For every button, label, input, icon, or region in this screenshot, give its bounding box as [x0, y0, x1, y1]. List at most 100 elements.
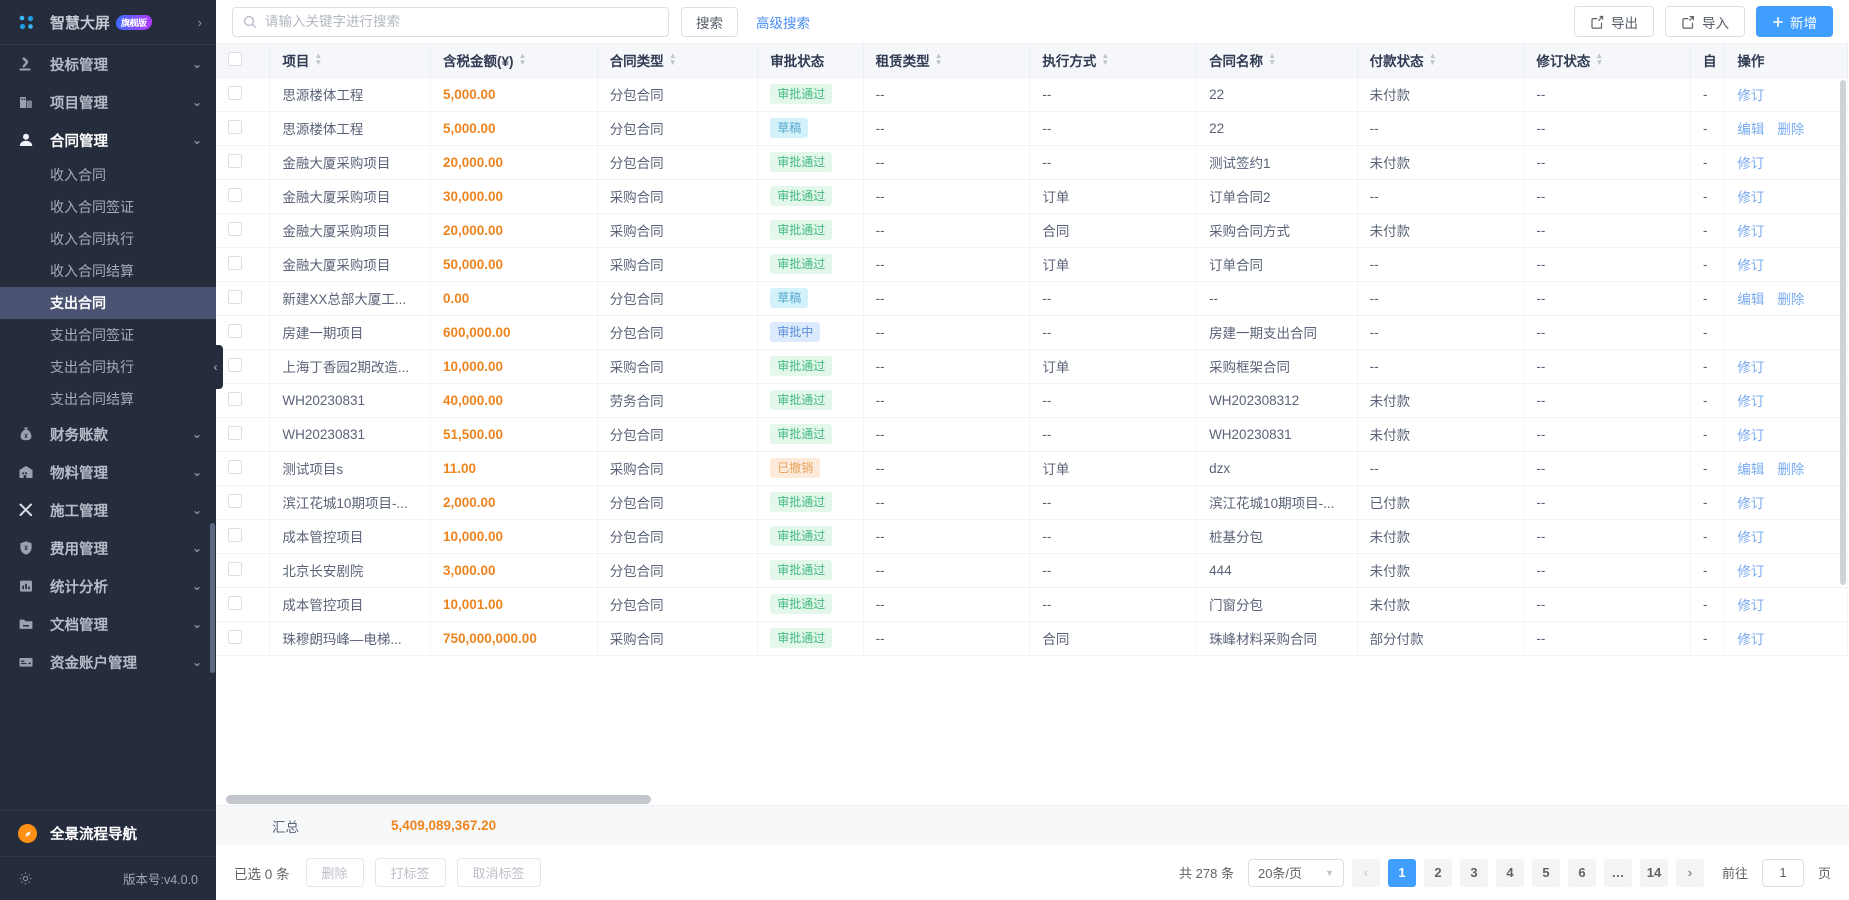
row-checkbox[interactable]	[228, 86, 242, 100]
row-action-revise[interactable]: 修订	[1737, 394, 1764, 409]
sidebar-subitem-expense-visa[interactable]: 支出合同签证	[0, 319, 216, 351]
page-button-3[interactable]: 3	[1460, 859, 1488, 887]
table-row[interactable]: 珠穆朗玛峰—电梯...750,000,000.00采购合同审批通过--合同珠峰材…	[216, 621, 1848, 655]
row-action-revise[interactable]: 修订	[1737, 258, 1764, 273]
sort-icon[interactable]: ▲▼	[1268, 52, 1276, 66]
table-row[interactable]: 滨江花城10期项目-...2,000.00分包合同审批通过----滨江花城10期…	[216, 485, 1848, 519]
scrollbar-thumb[interactable]	[226, 795, 651, 804]
column-header-project[interactable]: 项目▲▼	[270, 44, 431, 77]
page-button-14[interactable]: 14	[1640, 859, 1668, 887]
remove-tag-button[interactable]: 取消标签	[457, 858, 541, 887]
search-button[interactable]: 搜索	[681, 7, 738, 37]
search-input[interactable]	[265, 14, 658, 29]
table-row[interactable]: 金融大厦采购项目20,000.00采购合同审批通过--合同采购合同方式未付款--…	[216, 213, 1848, 247]
row-checkbox[interactable]	[228, 426, 242, 440]
page-button-4[interactable]: 4	[1496, 859, 1524, 887]
sidebar-item-construction[interactable]: 施工管理 ⌄	[0, 491, 216, 529]
gear-icon[interactable]	[18, 871, 33, 886]
sidebar-item-finance[interactable]: ¥ 财务账款 ⌄	[0, 415, 216, 453]
export-button[interactable]: 导出	[1574, 6, 1654, 37]
column-header-contract_type[interactable]: 合同类型▲▼	[597, 44, 758, 77]
add-button[interactable]: 新增	[1756, 6, 1833, 37]
table-horizontal-scrollbar[interactable]	[226, 795, 1741, 804]
table-row[interactable]: 房建一期项目600,000.00分包合同审批中----房建一期支出合同-----	[216, 315, 1848, 349]
select-all-checkbox[interactable]	[228, 52, 242, 66]
delete-button[interactable]: 删除	[306, 858, 364, 887]
row-checkbox[interactable]	[228, 324, 242, 338]
table-row[interactable]: 金融大厦采购项目20,000.00分包合同审批通过----测试签约1未付款---…	[216, 145, 1848, 179]
table-row[interactable]: 成本管控项目10,001.00分包合同审批通过----门窗分包未付款---修订	[216, 587, 1848, 621]
page-size-select[interactable]: 20条/页 ▼	[1248, 859, 1344, 887]
table-row[interactable]: 新建XX总部大厦工...0.00分包合同草稿-----------编辑删除	[216, 281, 1848, 315]
sort-icon[interactable]: ▲▼	[1429, 52, 1437, 66]
sidebar-subitem-expense-settle[interactable]: 支出合同结算	[0, 383, 216, 415]
row-action-delete[interactable]: 删除	[1777, 292, 1804, 307]
table-row[interactable]: 北京长安剧院3,000.00分包合同审批通过----444未付款---修订	[216, 553, 1848, 587]
sidebar-subitem-expense-contract[interactable]: 支出合同	[0, 287, 216, 319]
next-page-button[interactable]: ›	[1676, 859, 1704, 887]
row-checkbox[interactable]	[228, 120, 242, 134]
row-action-edit[interactable]: 编辑	[1737, 462, 1764, 477]
page-button-6[interactable]: 6	[1568, 859, 1596, 887]
goto-page-input[interactable]	[1762, 859, 1804, 887]
table-row[interactable]: 思源楼体工程5,000.00分包合同审批通过----22未付款---修订	[216, 77, 1848, 111]
sidebar-item-statistics[interactable]: 统计分析 ⌄	[0, 567, 216, 605]
table-scroll-region[interactable]: 项目▲▼含税金额(¥)▲▼合同类型▲▼审批状态租赁类型▲▼执行方式▲▼合同名称▲…	[216, 44, 1849, 805]
row-action-revise[interactable]: 修订	[1737, 530, 1764, 545]
row-checkbox[interactable]	[228, 188, 242, 202]
row-checkbox[interactable]	[228, 290, 242, 304]
table-row[interactable]: 思源楼体工程5,000.00分包合同草稿----22-----编辑删除	[216, 111, 1848, 145]
table-row[interactable]: 测试项目s11.00采购合同已撤销--订单dzx-----编辑删除	[216, 451, 1848, 485]
row-action-edit[interactable]: 编辑	[1737, 292, 1764, 307]
sidebar-item-material[interactable]: 物料管理 ⌄	[0, 453, 216, 491]
table-row[interactable]: 金融大厦采购项目30,000.00采购合同审批通过--订单订单合同2-----修…	[216, 179, 1848, 213]
row-checkbox[interactable]	[228, 562, 242, 576]
row-checkbox[interactable]	[228, 494, 242, 508]
row-checkbox[interactable]	[228, 222, 242, 236]
sort-icon[interactable]: ▲▼	[935, 52, 943, 66]
table-row[interactable]: WH2023083140,000.00劳务合同审批通过----WH2023083…	[216, 383, 1848, 417]
row-action-revise[interactable]: 修订	[1737, 190, 1764, 205]
row-action-revise[interactable]: 修订	[1737, 564, 1764, 579]
column-header-revise_status[interactable]: 修订状态▲▼	[1524, 44, 1691, 77]
sidebar-item-contract[interactable]: 合同管理 ⌄	[0, 121, 216, 159]
row-action-revise[interactable]: 修订	[1737, 632, 1764, 647]
sort-icon[interactable]: ▲▼	[669, 52, 677, 66]
row-action-revise[interactable]: 修订	[1737, 88, 1764, 103]
page-button-1[interactable]: 1	[1388, 859, 1416, 887]
sidebar-item-bidding[interactable]: 投标管理 ⌄	[0, 45, 216, 83]
search-box[interactable]	[232, 7, 669, 37]
sidebar-item-project[interactable]: 项目管理 ⌄	[0, 83, 216, 121]
page-button-5[interactable]: 5	[1532, 859, 1560, 887]
table-vertical-scrollbar[interactable]	[1840, 80, 1846, 585]
sidebar-brand[interactable]: 智慧大屏 旗舰版 ›	[0, 0, 216, 45]
sort-icon[interactable]: ▲▼	[1101, 52, 1109, 66]
row-checkbox[interactable]	[228, 528, 242, 542]
import-button[interactable]: 导入	[1665, 6, 1745, 37]
column-header-exec_mode[interactable]: 执行方式▲▼	[1030, 44, 1197, 77]
sidebar-subitem-expense-exec[interactable]: 支出合同执行	[0, 351, 216, 383]
row-checkbox[interactable]	[228, 630, 242, 644]
sidebar-collapse-handle[interactable]: ‹	[208, 345, 223, 389]
row-action-revise[interactable]: 修订	[1737, 156, 1764, 171]
sort-icon[interactable]: ▲▼	[1595, 52, 1603, 66]
sidebar-subitem-income-contract[interactable]: 收入合同	[0, 159, 216, 191]
sidebar-process-nav[interactable]: 全景流程导航	[0, 810, 216, 856]
row-action-delete[interactable]: 删除	[1777, 462, 1804, 477]
add-tag-button[interactable]: 打标签	[375, 858, 446, 887]
column-header-contract_name[interactable]: 合同名称▲▼	[1197, 44, 1358, 77]
row-action-revise[interactable]: 修订	[1737, 360, 1764, 375]
sort-icon[interactable]: ▲▼	[314, 52, 322, 66]
sidebar-item-document[interactable]: 文档管理 ⌄	[0, 605, 216, 643]
row-action-revise[interactable]: 修订	[1737, 496, 1764, 511]
sidebar-item-expense[interactable]: ¥ 费用管理 ⌄	[0, 529, 216, 567]
row-action-revise[interactable]: 修订	[1737, 428, 1764, 443]
column-header-lease_type[interactable]: 租赁类型▲▼	[863, 44, 1030, 77]
page-button-2[interactable]: 2	[1424, 859, 1452, 887]
prev-page-button[interactable]: ‹	[1352, 859, 1380, 887]
sidebar-subitem-income-exec[interactable]: 收入合同执行	[0, 223, 216, 255]
advanced-search-link[interactable]: 高级搜索	[756, 12, 810, 32]
sidebar-scrollbar-thumb[interactable]	[210, 523, 215, 673]
row-checkbox[interactable]	[228, 596, 242, 610]
row-checkbox[interactable]	[228, 392, 242, 406]
